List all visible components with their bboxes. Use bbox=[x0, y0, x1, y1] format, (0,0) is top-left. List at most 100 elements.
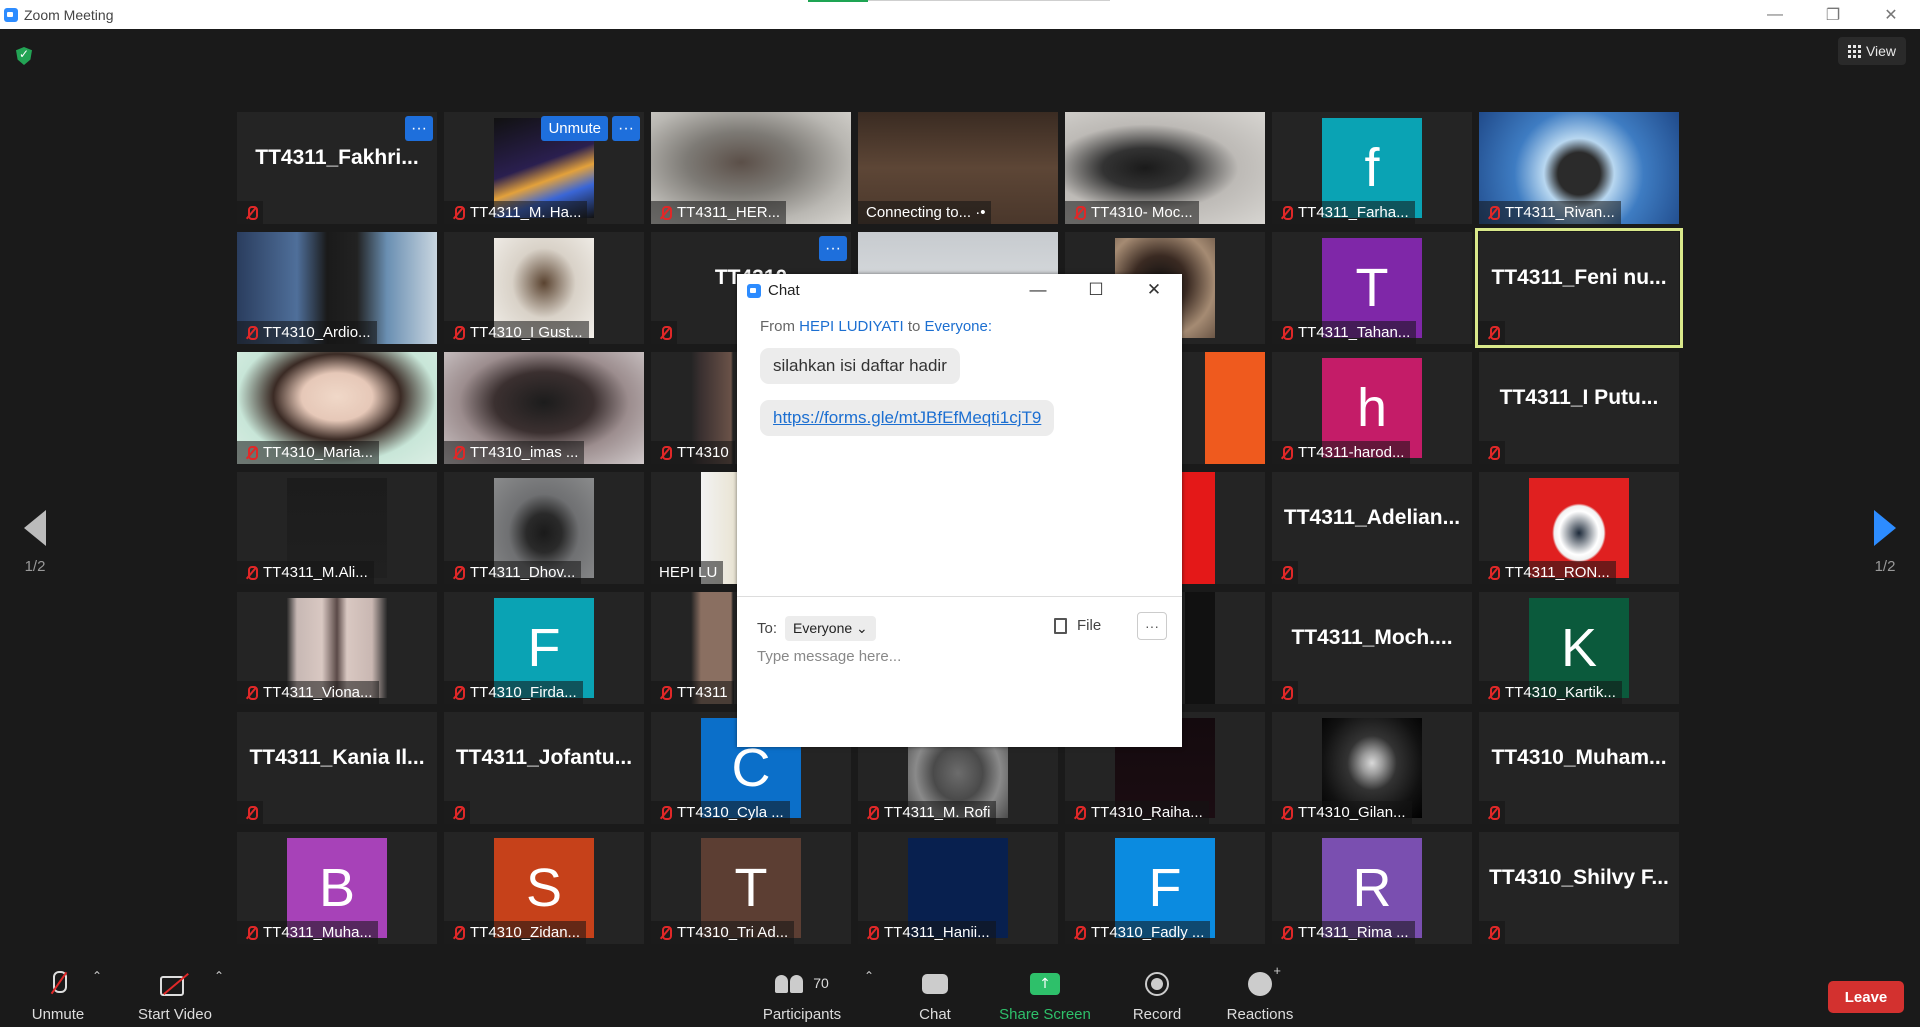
start-video-button[interactable]: Start Video bbox=[132, 955, 218, 1027]
tile-more-button[interactable]: ··· bbox=[819, 236, 847, 261]
participant-tile[interactable]: TT4311_HER... bbox=[651, 112, 851, 224]
chat-close-button[interactable]: ✕ bbox=[1134, 278, 1174, 302]
tile-more-button[interactable]: ··· bbox=[405, 116, 433, 141]
participant-label bbox=[651, 321, 677, 344]
chat-divider bbox=[737, 596, 1182, 597]
participant-tile[interactable]: TT4311_Hanii... bbox=[858, 832, 1058, 944]
minimize-button[interactable]: — bbox=[1746, 0, 1804, 29]
muted-mic-icon bbox=[1280, 205, 1293, 220]
participant-tile[interactable]: TT4311_Fakhri... ··· bbox=[237, 112, 437, 224]
audio-options-caret[interactable]: ⌃ bbox=[92, 969, 102, 983]
participant-label-text: TT4311_Hanii... bbox=[884, 924, 990, 941]
participant-tile[interactable]: TT4310_Gilan... bbox=[1272, 712, 1472, 824]
participant-tile[interactable]: B TT4311_Muha... bbox=[237, 832, 437, 944]
participant-tile[interactable]: TT4310- Moc... bbox=[1065, 112, 1265, 224]
participant-tile[interactable]: TT4311_M.Ali... bbox=[237, 472, 437, 584]
participant-count: 70 bbox=[813, 975, 829, 991]
meeting-toolbar: Unmute ⌃ Start Video ⌃ 70 Participants ⌃… bbox=[0, 955, 1920, 1027]
participant-tile[interactable]: TT4311_RON... bbox=[1479, 472, 1679, 584]
muted-mic-icon bbox=[452, 805, 465, 820]
participant-tile[interactable]: F TT4310_Fadly ... bbox=[1065, 832, 1265, 944]
participants-button[interactable]: 70 Participants bbox=[757, 955, 847, 1027]
participant-label: TT4311_Dhov... bbox=[444, 561, 582, 584]
page-indicator: 1/2 bbox=[1874, 558, 1896, 575]
chat-label: Chat bbox=[919, 1006, 951, 1023]
recipient-name: Everyone: bbox=[924, 318, 993, 335]
participant-tile[interactable]: TT4311_Feni nu... bbox=[1475, 228, 1683, 348]
muted-mic-icon bbox=[452, 325, 465, 340]
sender-name[interactable]: HEPI LUDIYATI bbox=[799, 318, 903, 335]
muted-mic-icon bbox=[659, 685, 672, 700]
chat-button[interactable]: Chat bbox=[905, 955, 965, 1027]
chat-message-link: https://forms.gle/mtJBfEfMeqti1cjT9 bbox=[760, 400, 1055, 436]
participant-tile[interactable]: TT4311_Adelian... bbox=[1272, 472, 1472, 584]
encryption-shield-icon[interactable] bbox=[16, 47, 32, 65]
participant-label: TT4310_Cyla ... bbox=[651, 801, 790, 824]
video-off-icon bbox=[160, 973, 190, 996]
participant-tile[interactable]: TT4311_M. Ha... Unmute ··· bbox=[444, 112, 644, 224]
participant-tile[interactable]: TT4310_Shilvy F... bbox=[1479, 832, 1679, 944]
share-screen-button[interactable]: ↑ Share Screen bbox=[995, 955, 1095, 1027]
muted-mic-icon bbox=[1280, 325, 1293, 340]
participant-tile[interactable]: T TT4310_Tri Ad... bbox=[651, 832, 851, 944]
view-button[interactable]: View bbox=[1838, 37, 1906, 65]
tile-more-button[interactable]: ··· bbox=[612, 116, 640, 141]
file-button[interactable]: File bbox=[1054, 617, 1101, 634]
unmute-button[interactable]: Unmute bbox=[26, 955, 90, 1027]
left-arrow-icon[interactable] bbox=[24, 510, 46, 546]
participant-label-text: TT4310_Gilan... bbox=[1298, 804, 1406, 821]
participant-tile[interactable]: K TT4310_Kartik... bbox=[1479, 592, 1679, 704]
participant-tile[interactable]: TT4311_I Putu... bbox=[1479, 352, 1679, 464]
chat-maximize-button[interactable]: ☐ bbox=[1076, 278, 1116, 302]
participants-options-caret[interactable]: ⌃ bbox=[864, 969, 874, 983]
restore-button[interactable]: ❐ bbox=[1804, 0, 1862, 29]
participant-tile[interactable]: f TT4311_Farha... bbox=[1272, 112, 1472, 224]
form-link[interactable]: https://forms.gle/mtJBfEfMeqti1cjT9 bbox=[773, 408, 1041, 427]
participant-tile[interactable]: F TT4310_Firda... bbox=[444, 592, 644, 704]
participant-label bbox=[1272, 681, 1298, 704]
muted-mic-icon bbox=[659, 445, 672, 460]
close-button[interactable]: ✕ bbox=[1862, 0, 1920, 29]
muted-mic-icon bbox=[1487, 805, 1500, 820]
muted-mic-icon bbox=[452, 205, 465, 220]
chat-message-input[interactable] bbox=[757, 648, 1157, 665]
reactions-button[interactable]: Reactions bbox=[1220, 955, 1300, 1027]
recipient-select[interactable]: Everyone ⌄ bbox=[785, 616, 876, 641]
unmute-participant-button[interactable]: Unmute bbox=[541, 116, 608, 141]
participant-tile[interactable]: TT4311_Kania Il... bbox=[237, 712, 437, 824]
participant-tile[interactable]: Connecting to... ·• bbox=[858, 112, 1058, 224]
next-page[interactable]: 1/2 bbox=[1865, 510, 1905, 575]
participant-tile[interactable]: TT4311_Rivan... bbox=[1479, 112, 1679, 224]
participant-tile[interactable]: R TT4311_Rima ... bbox=[1272, 832, 1472, 944]
participant-tile[interactable]: TT4311_Moch.... bbox=[1272, 592, 1472, 704]
participant-tile[interactable]: TT4311_Viona... bbox=[237, 592, 437, 704]
grid-icon bbox=[1847, 44, 1861, 58]
participant-tile[interactable]: TT4310_Maria... bbox=[237, 352, 437, 464]
previous-page[interactable]: 1/2 bbox=[15, 510, 55, 575]
participant-tile[interactable]: TT4310_Ardio... bbox=[237, 232, 437, 344]
muted-mic-icon bbox=[1073, 205, 1086, 220]
participant-label-text: TT4310_Maria... bbox=[263, 444, 374, 461]
muted-mic-icon bbox=[245, 445, 258, 460]
participant-tile[interactable]: TT4310_I Gust... bbox=[444, 232, 644, 344]
share-screen-icon: ↑ bbox=[1030, 973, 1060, 995]
participant-tile[interactable]: TT4310_imas ... bbox=[444, 352, 644, 464]
participant-tile[interactable]: TT4310_Muham... bbox=[1479, 712, 1679, 824]
start-video-label: Start Video bbox=[138, 1006, 212, 1023]
participant-label: TT4310_Fadly ... bbox=[1065, 921, 1211, 944]
participant-tile[interactable]: h TT4311-harod... bbox=[1272, 352, 1472, 464]
leave-button[interactable]: Leave bbox=[1828, 981, 1904, 1013]
participant-tile[interactable]: TT4311_Jofantu... bbox=[444, 712, 644, 824]
participant-tile[interactable]: S TT4310_Zidan... bbox=[444, 832, 644, 944]
participant-tile[interactable]: T TT4311_Tahan... bbox=[1272, 232, 1472, 344]
right-arrow-icon[interactable] bbox=[1874, 510, 1896, 546]
participant-label-text: TT4311_M. Ha... bbox=[470, 204, 582, 221]
record-button[interactable]: Record bbox=[1124, 955, 1190, 1027]
participant-tile[interactable]: TT4311_Dhov... bbox=[444, 472, 644, 584]
participant-label bbox=[444, 801, 470, 824]
chat-minimize-button[interactable]: — bbox=[1018, 278, 1058, 302]
chat-more-button[interactable]: ··· bbox=[1137, 612, 1167, 640]
video-options-caret[interactable]: ⌃ bbox=[214, 969, 224, 983]
to-label: To: bbox=[757, 620, 778, 637]
participant-label-text: TT4311_Dhov... bbox=[470, 564, 576, 581]
